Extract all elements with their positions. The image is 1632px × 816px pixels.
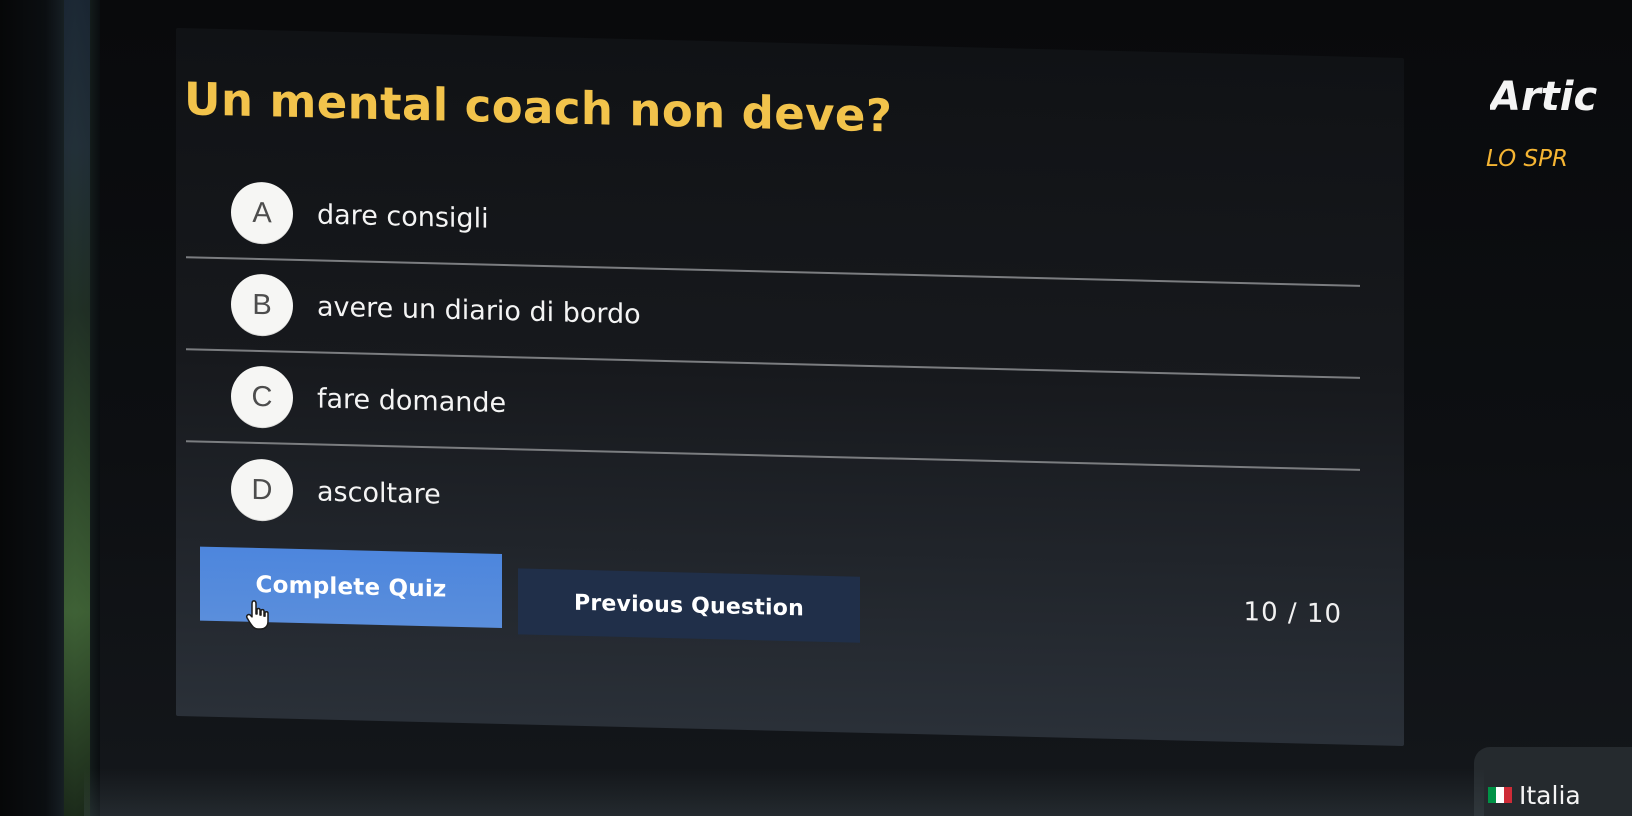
flag-green-stripe [1488, 787, 1496, 803]
sidebar-heading: Artic [1490, 74, 1598, 120]
flag-red-stripe [1504, 787, 1512, 803]
answer-text: fare domande [317, 382, 507, 419]
language-label: Italia [1519, 780, 1581, 810]
answer-list: A dare consigli B avere un diario di bor… [186, 166, 1360, 563]
answer-letter-badge: C [231, 365, 293, 429]
italy-flag-icon [1488, 787, 1512, 803]
question-progress: 10 / 10 [1243, 597, 1342, 630]
previous-question-button[interactable]: Previous Question [518, 568, 860, 643]
complete-quiz-button[interactable]: Complete Quiz [200, 546, 502, 628]
answer-letter-badge: B [231, 273, 293, 337]
quiz-panel: Un mental coach non deve? A dare consigl… [176, 28, 1404, 747]
screen-bottom-glow [84, 768, 1484, 816]
answer-letter-badge: D [231, 458, 293, 522]
answer-letter-badge: A [231, 181, 293, 245]
answer-text: avere un diario di bordo [317, 290, 641, 330]
question-title: Un mental coach non deve? [184, 72, 893, 143]
language-selector[interactable]: Italia [1474, 747, 1632, 816]
sidebar-link[interactable]: LO SPR [1486, 146, 1632, 172]
answer-text: dare consigli [317, 198, 489, 235]
left-background-edge [0, 0, 100, 816]
flag-white-stripe [1496, 787, 1504, 803]
answer-text: ascoltare [317, 475, 441, 510]
quiz-actions: Complete Quiz Previous Question 10 / 10 [200, 546, 1360, 665]
monitor-screen: Un mental coach non deve? A dare consigl… [0, 0, 1632, 816]
